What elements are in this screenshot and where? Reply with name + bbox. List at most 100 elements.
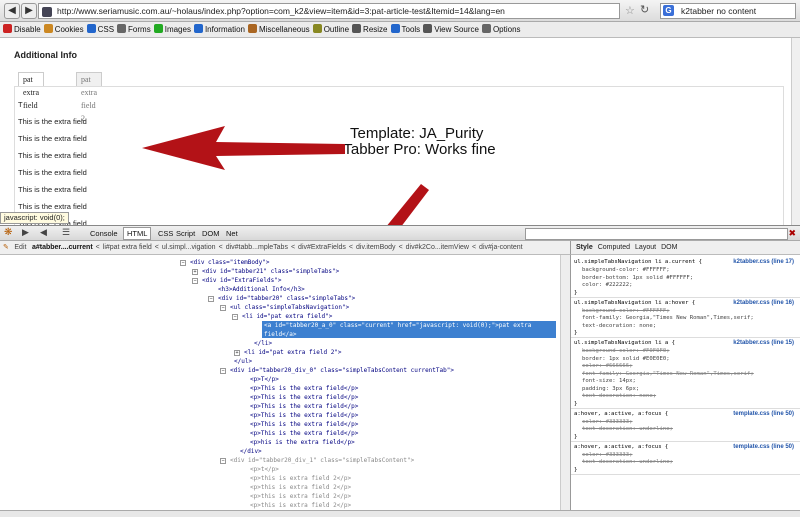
- bookmark-star-icon[interactable]: ☆: [625, 4, 635, 17]
- tab-css[interactable]: CSS: [158, 228, 173, 239]
- html-node-line[interactable]: <p>T</p>: [250, 376, 279, 384]
- html-node-line[interactable]: <p>This is the extra field</p>: [250, 421, 358, 429]
- css-source-link[interactable]: k2tabber.css (line 15): [733, 340, 794, 347]
- css-property[interactable]: text-decoration: none;: [582, 323, 656, 330]
- tab-dom[interactable]: DOM: [202, 228, 220, 239]
- css-property[interactable]: text-decoration: underline;: [582, 459, 673, 466]
- html-node-line[interactable]: <div id="tabber20_div_0" class="simpleTa…: [230, 367, 454, 375]
- reload-icon[interactable]: ↻: [640, 3, 649, 16]
- html-node-line[interactable]: <p>This is the extra field</p>: [250, 403, 358, 411]
- html-node-line[interactable]: <a id="tabber20_a_0" class="current" hre…: [264, 322, 531, 330]
- html-node-line[interactable]: <p>this is extra field 2</p>: [250, 502, 351, 510]
- breadcrumb-item[interactable]: div.itemBody: [356, 241, 396, 254]
- html-node-line[interactable]: <div id="tabber20_div_1" class="simpleTa…: [230, 457, 414, 465]
- breadcrumb-item[interactable]: div#tabb...mpleTabs: [226, 241, 288, 254]
- close-icon[interactable]: ✖: [788, 228, 796, 239]
- css-property[interactable]: color: #222222;: [582, 282, 633, 289]
- css-property[interactable]: background-color: #FFFFFF;: [582, 267, 670, 274]
- css-property[interactable]: background-color: #FFFFFF;: [582, 308, 670, 315]
- expand-toggle-icon[interactable]: −: [208, 296, 214, 302]
- breadcrumb-item[interactable]: div#k2Co...itemView: [406, 241, 469, 254]
- expand-toggle-icon[interactable]: −: [220, 368, 226, 374]
- toolbar-cookies[interactable]: Cookies: [43, 22, 84, 37]
- html-node-line[interactable]: <p>this is extra field 2</p>: [250, 484, 351, 492]
- breadcrumb-item[interactable]: div#ja-content: [479, 241, 523, 254]
- css-source-link[interactable]: k2tabber.css (line 16): [733, 300, 794, 307]
- css-source-link[interactable]: template.css (line 50): [733, 444, 794, 451]
- css-source-link[interactable]: template.css (line 50): [733, 411, 794, 418]
- html-node-line[interactable]: field</a>: [264, 331, 297, 339]
- toolbar-tools[interactable]: Tools: [390, 22, 420, 37]
- search-input[interactable]: k2tabber no content: [660, 3, 796, 19]
- html-node-line[interactable]: <ul class="simpleTabsNavigation">: [230, 304, 349, 312]
- css-property[interactable]: color: #333333;: [582, 419, 633, 426]
- css-property[interactable]: border-bottom: 1px solid #FFFFFF;: [582, 275, 693, 282]
- html-node-line[interactable]: <p>his is the extra field</p>: [250, 439, 355, 447]
- css-property[interactable]: background-color: #F0F0F0;: [582, 348, 670, 355]
- tab-script[interactable]: Script: [176, 228, 195, 239]
- html-node-line[interactable]: <p>This is the extra field</p>: [250, 385, 358, 393]
- html-node-line[interactable]: <li id="pat extra field 2">: [244, 349, 342, 357]
- css-property[interactable]: font-family: Georgia,"Times New Roman",T…: [582, 315, 754, 322]
- toolbar-view-source[interactable]: View Source: [423, 22, 479, 37]
- tab-net[interactable]: Net: [226, 228, 238, 239]
- css-property[interactable]: border: 1px solid #E0E0E0;: [582, 356, 670, 363]
- tab-console[interactable]: Console: [90, 228, 118, 239]
- css-source-link[interactable]: k2tabber.css (line 17): [733, 259, 794, 266]
- html-node-line[interactable]: <p>This is the extra field</p>: [250, 394, 358, 402]
- toolbar-miscellaneous[interactable]: Miscellaneous: [247, 22, 310, 37]
- expand-toggle-icon[interactable]: −: [180, 260, 186, 266]
- html-node-line[interactable]: </div>: [240, 448, 262, 456]
- html-node-line[interactable]: <div id="ExtraFields">: [202, 277, 281, 285]
- firebug-icon[interactable]: ❋: [4, 227, 12, 238]
- expand-toggle-icon[interactable]: −: [220, 458, 226, 464]
- html-node-line[interactable]: <div id="tabber21" class="simpleTabs">: [202, 268, 339, 276]
- expand-toggle-icon[interactable]: −: [232, 314, 238, 320]
- expand-toggle-icon[interactable]: +: [234, 350, 240, 356]
- html-node-line[interactable]: <li id="pat extra field">: [242, 313, 332, 321]
- html-node-line[interactable]: <h3>Additional Info</h3>: [218, 286, 305, 294]
- inspect-icon[interactable]: ▶: [22, 227, 29, 238]
- toolbar-information[interactable]: Information: [193, 22, 245, 37]
- side-tab-computed[interactable]: Computed: [598, 241, 630, 254]
- css-property[interactable]: color: #333333;: [582, 452, 633, 459]
- prev-icon[interactable]: ◀: [40, 227, 47, 238]
- toolbar-disable[interactable]: Disable: [3, 22, 41, 37]
- edit-icon[interactable]: ✎: [3, 241, 9, 254]
- html-node-line[interactable]: <p>this is extra field 2</p>: [250, 475, 351, 483]
- css-property[interactable]: padding: 3px 6px;: [582, 386, 639, 393]
- toolbar-resize[interactable]: Resize: [352, 22, 388, 37]
- breadcrumb-item[interactable]: ul.simpl...vigation: [162, 241, 216, 254]
- forward-icon[interactable]: ▶: [21, 3, 37, 19]
- breadcrumb-item[interactable]: li#pat extra field: [103, 241, 152, 254]
- edit-button[interactable]: Edit: [14, 241, 26, 254]
- html-node-line[interactable]: </li>: [254, 340, 272, 348]
- css-property[interactable]: text-decoration: none;: [582, 393, 656, 400]
- page-scrollbar[interactable]: [791, 38, 800, 225]
- html-node-line[interactable]: <p>This is the extra field</p>: [250, 430, 358, 438]
- back-icon[interactable]: ◀: [4, 3, 20, 19]
- firebug-search-input[interactable]: [525, 228, 788, 240]
- address-input[interactable]: http://www.seriamusic.com.au/~holaus/ind…: [38, 3, 620, 19]
- css-property[interactable]: color: #666666;: [582, 363, 633, 370]
- expand-toggle-icon[interactable]: −: [192, 278, 198, 284]
- html-pane-scrollbar[interactable]: [560, 255, 570, 510]
- html-node-line[interactable]: <p>This is the extra field</p>: [250, 412, 358, 420]
- side-tab-style[interactable]: Style: [576, 241, 593, 254]
- css-property[interactable]: font-size: 14px;: [582, 378, 636, 385]
- html-node-line[interactable]: <div class="itemBody">: [190, 259, 269, 267]
- side-tab-dom[interactable]: DOM: [661, 241, 677, 254]
- html-node-line[interactable]: <div id="tabber20" class="simpleTabs">: [218, 295, 355, 303]
- tab-html[interactable]: HTML: [123, 227, 152, 240]
- css-property[interactable]: text-decoration: underline;: [582, 426, 673, 433]
- html-node-line[interactable]: <p>this is extra field 2</p>: [250, 493, 351, 501]
- toolbar-css[interactable]: CSS: [86, 22, 114, 37]
- expand-toggle-icon[interactable]: −: [220, 305, 226, 311]
- google-search-icon[interactable]: G: [663, 5, 674, 16]
- html-node-line[interactable]: </ul>: [234, 358, 252, 366]
- toolbar-forms[interactable]: Forms: [117, 22, 151, 37]
- expand-toggle-icon[interactable]: +: [192, 269, 198, 275]
- side-tab-layout[interactable]: Layout: [635, 241, 656, 254]
- breadcrumb-item[interactable]: a#tabber....current: [32, 241, 93, 254]
- toolbar-images[interactable]: Images: [153, 22, 191, 37]
